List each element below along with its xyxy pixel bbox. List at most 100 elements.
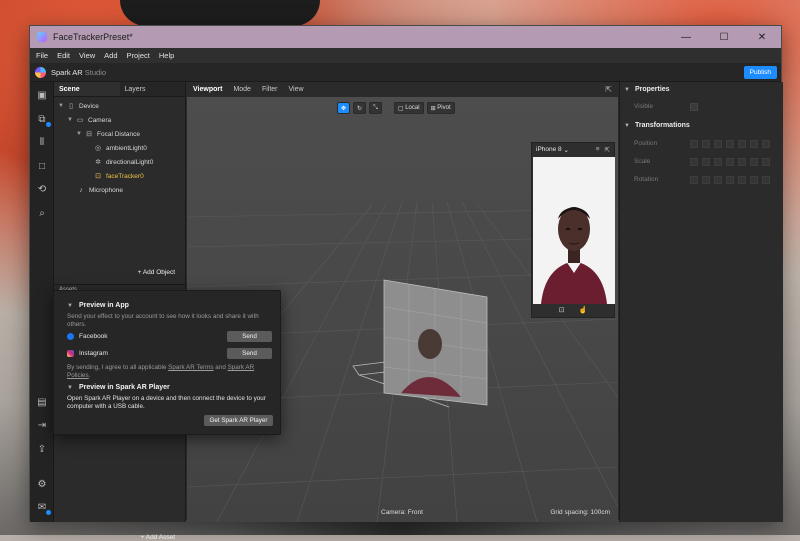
tool-gap <box>385 102 391 114</box>
device-screen[interactable] <box>533 157 615 304</box>
caret-down-icon[interactable]: ▼ <box>76 131 84 137</box>
terms-and: and <box>213 364 228 371</box>
add-asset-button[interactable]: + Add Asset <box>140 534 175 541</box>
move-icon[interactable]: ✥ <box>337 102 351 114</box>
upload-icon[interactable]: ⇪ <box>35 442 49 456</box>
bug-icon[interactable]: ⚙ <box>35 477 49 491</box>
chevron-down-icon[interactable]: ⌄ <box>562 146 568 154</box>
visible-label: Visible <box>634 103 654 110</box>
field[interactable] <box>726 176 734 184</box>
rotate-icon[interactable]: ↻ <box>353 102 367 114</box>
camera-switch-icon[interactable]: ⊡ <box>559 306 565 314</box>
field[interactable] <box>750 140 758 148</box>
field[interactable] <box>750 176 758 184</box>
visible-checkbox[interactable] <box>690 103 698 111</box>
layout-icon[interactable]: ▣ <box>35 88 49 102</box>
preview-in-app-header[interactable]: ▼ Preview in App <box>67 302 129 309</box>
send-facebook-button[interactable]: Send <box>227 331 272 342</box>
field[interactable] <box>738 158 746 166</box>
menu-bar: File Edit View Add Project Help <box>30 48 781 63</box>
field[interactable] <box>738 140 746 148</box>
tree-item-microphone[interactable]: ♪ Microphone <box>76 183 123 197</box>
field[interactable] <box>714 176 722 184</box>
menu-file[interactable]: File <box>36 51 48 60</box>
refresh-icon[interactable]: ⟲ <box>35 182 49 196</box>
pivot-toggle[interactable]: ⊞ Pivot <box>426 102 455 114</box>
touch-icon[interactable]: ☝ <box>579 306 588 314</box>
menu-edit[interactable]: Edit <box>57 51 70 60</box>
minimize-button[interactable]: — <box>667 26 705 48</box>
device-select[interactable]: iPhone 8 <box>536 146 562 153</box>
tree-item-focal-distance[interactable]: ▼ ⊟ Focal Distance <box>76 127 140 141</box>
feedback-icon[interactable]: ✉ <box>35 500 51 515</box>
transformations-header[interactable]: ▼ Transformations <box>624 122 690 129</box>
tree-item-label: faceTracker0 <box>106 172 144 180</box>
get-spark-ar-player-button[interactable]: Get Spark AR Player <box>204 415 273 426</box>
spark-ar-terms-link[interactable]: Spark AR Terms <box>168 364 213 371</box>
field[interactable] <box>702 176 710 184</box>
tree-item-device[interactable]: ▼ ▯ Device <box>58 99 99 113</box>
brand-name: Spark AR Studio <box>51 68 106 77</box>
window-title: FaceTrackerPreset* <box>53 32 133 42</box>
close-button[interactable]: ✕ <box>743 26 781 48</box>
tree-item-face-tracker[interactable]: ⊡ faceTracker0 <box>93 169 144 183</box>
field[interactable] <box>750 158 758 166</box>
caret-down-icon: ▼ <box>67 384 73 391</box>
grid-spacing-status: Grid spacing: 100cm <box>550 509 610 516</box>
field[interactable] <box>726 140 734 148</box>
properties-header[interactable]: ▼ Properties <box>624 86 670 93</box>
field[interactable] <box>762 176 770 184</box>
app-icon <box>37 32 47 42</box>
face-tracker-plane <box>383 279 488 406</box>
tab-mode[interactable]: Mode <box>233 86 251 93</box>
terms-prefix: By sending, I agree to all applicable <box>67 364 169 371</box>
send-instagram-button[interactable]: Send <box>227 348 272 359</box>
field[interactable] <box>714 140 722 148</box>
device-simulator: iPhone 8 ⌄ ≡ ⇱ ⊡ ☝ <box>531 142 615 318</box>
field[interactable] <box>690 140 698 148</box>
field[interactable] <box>738 176 746 184</box>
scale-icon[interactable]: ⤡ <box>369 102 382 114</box>
popout-icon[interactable]: ⇱ <box>605 146 610 154</box>
tab-view[interactable]: View <box>289 86 304 93</box>
terms-suffix: . <box>88 372 91 379</box>
menu-add[interactable]: Add <box>104 51 117 60</box>
field[interactable] <box>690 158 698 166</box>
field[interactable] <box>702 140 710 148</box>
local-toggle[interactable]: ▢ Local <box>393 102 424 114</box>
search-icon[interactable]: ⌕ <box>35 206 49 220</box>
tab-layers[interactable]: Layers <box>120 82 186 96</box>
tab-viewport[interactable]: Viewport <box>193 86 222 93</box>
caret-down-icon[interactable]: ▼ <box>58 103 66 109</box>
menu-help[interactable]: Help <box>159 51 174 60</box>
preview-in-player-header[interactable]: ▼ Preview in Spark AR Player <box>67 384 170 391</box>
position-label: Position <box>634 140 658 147</box>
menu-icon[interactable]: ≡ <box>596 146 600 154</box>
columns-icon[interactable]: ⫴ <box>35 135 49 149</box>
tree-item-camera[interactable]: ▼ ▭ Camera <box>67 113 111 127</box>
field[interactable] <box>702 158 710 166</box>
tree-item-ambient-light[interactable]: ◎ ambientLight0 <box>93 141 147 155</box>
field[interactable] <box>690 176 698 184</box>
folder-icon[interactable]: ▤ <box>35 395 49 409</box>
publish-button[interactable]: Publish <box>743 66 777 79</box>
device-footer: ⊡ ☝ <box>532 303 614 317</box>
square-icon[interactable]: □ <box>35 159 49 173</box>
field[interactable] <box>714 158 722 166</box>
add-object-button[interactable]: + Add Object <box>138 269 175 276</box>
tab-scene[interactable]: Scene <box>54 82 120 96</box>
maximize-button[interactable]: ☐ <box>705 26 743 48</box>
tree-item-directional-light[interactable]: ✲ directionalLight0 <box>93 155 153 169</box>
menu-view[interactable]: View <box>79 51 95 60</box>
device-preview-icon[interactable]: ⧉ <box>35 112 51 127</box>
field[interactable] <box>762 140 770 148</box>
tab-filter[interactable]: Filter <box>262 86 278 93</box>
field[interactable] <box>726 158 734 166</box>
caret-down-icon[interactable]: ▼ <box>67 117 75 123</box>
field[interactable] <box>762 158 770 166</box>
tree-item-label: Microphone <box>89 186 123 194</box>
expand-icon[interactable]: ⇱ <box>605 85 612 94</box>
import-icon[interactable]: ⇥ <box>35 418 49 432</box>
menu-project[interactable]: Project <box>127 51 150 60</box>
terms-text: By sending, I agree to all applicable Sp… <box>67 364 277 380</box>
